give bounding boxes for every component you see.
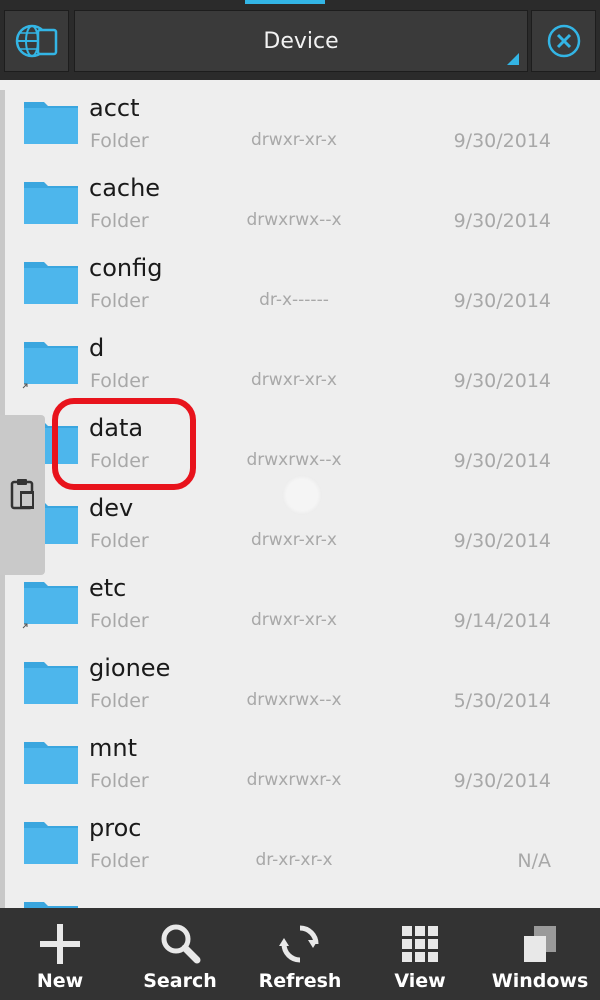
clipboard-icon <box>10 479 34 510</box>
refresh-icon <box>279 925 319 963</box>
search-label: Search <box>143 970 217 992</box>
file-row-d[interactable]: d Folder drwxr-xr-x 9/30/2014 <box>0 320 600 400</box>
new-label: New <box>36 970 84 992</box>
network-icon <box>15 24 57 58</box>
file-type: Folder <box>90 290 149 312</box>
plus-icon <box>40 924 80 964</box>
highlight-annotation <box>52 398 196 490</box>
close-icon <box>547 24 580 58</box>
windows-label: Windows <box>491 970 589 992</box>
file-name: acct <box>89 94 140 122</box>
file-permissions: drwxrwx--x <box>246 690 342 710</box>
file-type: Folder <box>90 770 149 792</box>
search-button[interactable]: Search <box>120 908 240 1000</box>
file-row-gionee[interactable]: gionee Folder drwxrwx--x 5/30/2014 <box>0 640 600 720</box>
file-type: Folder <box>90 850 149 872</box>
dropdown-corner-icon <box>507 53 519 65</box>
folder-icon <box>24 902 78 908</box>
file-type: Folder <box>90 610 149 632</box>
file-date: 9/30/2014 <box>453 130 551 152</box>
file-permissions: drwxr-xr-x <box>251 610 337 630</box>
file-permissions: drwxr-xr-x <box>251 530 337 550</box>
file-permissions: dr-xr-xr-x <box>255 850 333 870</box>
file-date: 9/30/2014 <box>453 370 551 392</box>
loading-spinner <box>282 475 322 515</box>
file-permissions: drwxrwxr-x <box>246 770 342 790</box>
file-date: 9/30/2014 <box>453 450 551 472</box>
symlink-icon <box>22 383 28 389</box>
close-window-button[interactable] <box>531 10 596 72</box>
location-title: Device <box>263 28 339 54</box>
folder-icon <box>24 342 78 384</box>
file-type: Folder <box>90 130 149 152</box>
grid-view-icon <box>402 926 438 962</box>
folder-icon <box>24 662 78 704</box>
bottom-toolbar: New Search Refresh View Windows <box>0 908 600 1000</box>
folder-icon <box>24 262 78 304</box>
file-row-acct[interactable]: acct Folder drwxr-xr-x 9/30/2014 <box>0 80 600 160</box>
file-name: dev <box>89 494 134 522</box>
file-row-config[interactable]: config Folder dr-x------ 9/30/2014 <box>0 240 600 320</box>
file-date: 5/30/2014 <box>453 690 551 712</box>
file-type: Folder <box>90 530 149 552</box>
refresh-button[interactable]: Refresh <box>240 908 360 1000</box>
location-dropdown[interactable]: Device <box>74 10 528 72</box>
file-name: etc <box>89 574 127 602</box>
file-type: Folder <box>90 370 149 392</box>
folder-icon <box>24 822 78 864</box>
file-date: 9/30/2014 <box>453 530 551 552</box>
windows-button[interactable]: Windows <box>480 908 600 1000</box>
file-date: 9/30/2014 <box>453 770 551 792</box>
file-name: cache <box>89 174 161 202</box>
file-date: 9/30/2014 <box>453 290 551 312</box>
file-row-proc[interactable]: proc Folder dr-xr-xr-x N/A <box>0 800 600 880</box>
file-row-cache[interactable]: cache Folder drwxrwx--x 9/30/2014 <box>0 160 600 240</box>
file-type: Folder <box>90 690 149 712</box>
file-permissions: drwxrwx--x <box>246 450 342 470</box>
folder-icon <box>24 102 78 144</box>
file-row-mnt[interactable]: mnt Folder drwxrwxr-x 9/30/2014 <box>0 720 600 800</box>
file-row-partial[interactable] <box>0 880 600 908</box>
view-label: View <box>394 970 446 992</box>
network-button[interactable] <box>4 10 69 72</box>
top-bar: Device <box>0 0 600 80</box>
clipboard-tab[interactable] <box>0 415 45 575</box>
file-permissions: drwxr-xr-x <box>251 370 337 390</box>
folder-icon <box>24 582 78 624</box>
view-button[interactable]: View <box>360 908 480 1000</box>
file-permissions: drwxrwx--x <box>246 210 342 230</box>
folder-icon <box>24 182 78 224</box>
tab-indicator <box>245 0 325 4</box>
folder-icon <box>24 742 78 784</box>
file-date: 9/14/2014 <box>453 610 551 632</box>
file-type: Folder <box>90 210 149 232</box>
file-row-etc[interactable]: etc Folder drwxr-xr-x 9/14/2014 <box>0 560 600 640</box>
search-icon <box>161 924 201 964</box>
file-permissions: dr-x------ <box>259 290 329 310</box>
new-button[interactable]: New <box>0 908 120 1000</box>
file-permissions: drwxr-xr-x <box>251 130 337 150</box>
refresh-label: Refresh <box>258 970 342 992</box>
file-name: d <box>89 334 105 362</box>
file-name: config <box>89 254 163 282</box>
file-date: N/A <box>517 850 551 872</box>
file-name: gionee <box>89 654 171 682</box>
symlink-icon <box>22 623 28 629</box>
file-date: 9/30/2014 <box>453 210 551 232</box>
file-name: proc <box>89 814 142 842</box>
file-name: mnt <box>89 734 137 762</box>
windows-stack-icon <box>524 926 556 962</box>
